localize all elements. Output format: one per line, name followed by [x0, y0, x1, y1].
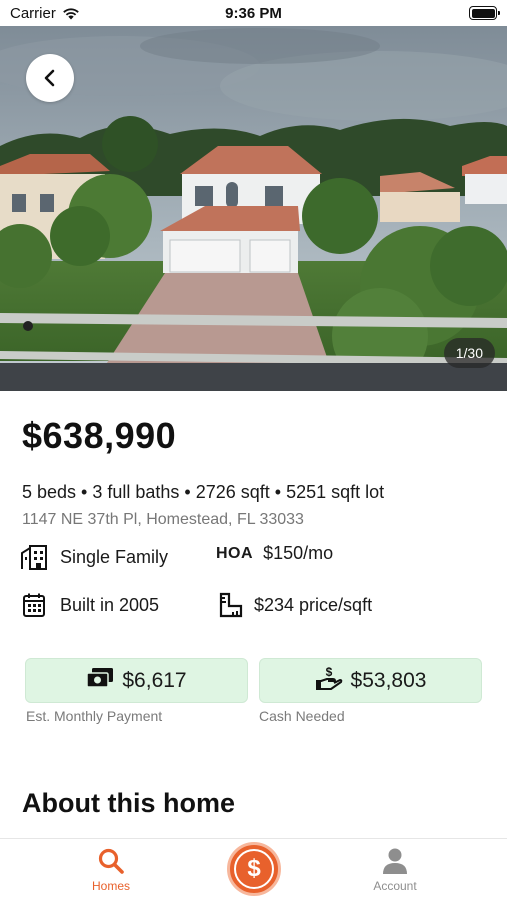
back-chevron-icon: [44, 69, 55, 87]
monthly-payment-card[interactable]: $6,617: [25, 658, 248, 703]
search-icon: [98, 848, 124, 874]
dollar-icon: $: [234, 849, 274, 889]
back-button[interactable]: [26, 54, 74, 102]
hoa-value: $150/mo: [263, 543, 334, 563]
hoa-label: HOA: [216, 544, 254, 562]
monthly-payment-value: $6,617: [122, 668, 187, 692]
tab-homes[interactable]: Homes: [56, 839, 166, 900]
house-photo: [0, 26, 507, 391]
hand-money-icon: $: [315, 665, 343, 697]
center-dollar-button[interactable]: $: [227, 842, 281, 896]
cash-needed-card[interactable]: $ $53,803: [259, 658, 482, 703]
tab-account-label: Account: [373, 879, 417, 893]
cash-icon: [86, 667, 114, 695]
svg-text:$: $: [325, 665, 332, 679]
price-per-sqft-fact: $234 price/sqft: [216, 591, 372, 619]
cash-needed-value: $53,803: [350, 668, 427, 692]
year-built-fact: Built in 2005: [20, 591, 159, 619]
tab-homes-label: Homes: [91, 879, 130, 893]
building-icon: [20, 543, 48, 571]
status-time: 9:36 PM: [225, 5, 282, 22]
ruler-icon: [216, 591, 244, 619]
cash-needed-label: Cash Needed: [259, 708, 345, 724]
photo-counter: 1/30: [443, 338, 495, 368]
property-type-fact: Single Family: [20, 543, 168, 571]
property-type-label: Single Family: [60, 546, 169, 567]
dollar-symbol: $: [247, 855, 261, 882]
listing-address: 1147 NE 37th Pl, Homestead, FL 33033: [22, 511, 304, 528]
status-bar: Carrier 9:36 PM: [0, 0, 507, 26]
battery-icon: [469, 6, 500, 20]
year-built-label: Built in 2005: [60, 594, 160, 615]
listing-price: $638,990: [22, 415, 177, 456]
listing-specs: 5 beds • 3 full baths • 2726 sqft • 5251…: [22, 482, 385, 502]
hoa-fact: HOA $150/mo: [216, 543, 333, 564]
tab-account[interactable]: Account: [340, 839, 450, 900]
monthly-payment-label: Est. Monthly Payment: [26, 708, 163, 724]
price-per-sqft-label: $234 price/sqft: [254, 594, 373, 615]
person-icon: [383, 848, 407, 874]
about-title: About this home: [22, 788, 235, 818]
listing-photo[interactable]: 1/30: [0, 26, 507, 391]
calendar-icon: [20, 591, 48, 619]
